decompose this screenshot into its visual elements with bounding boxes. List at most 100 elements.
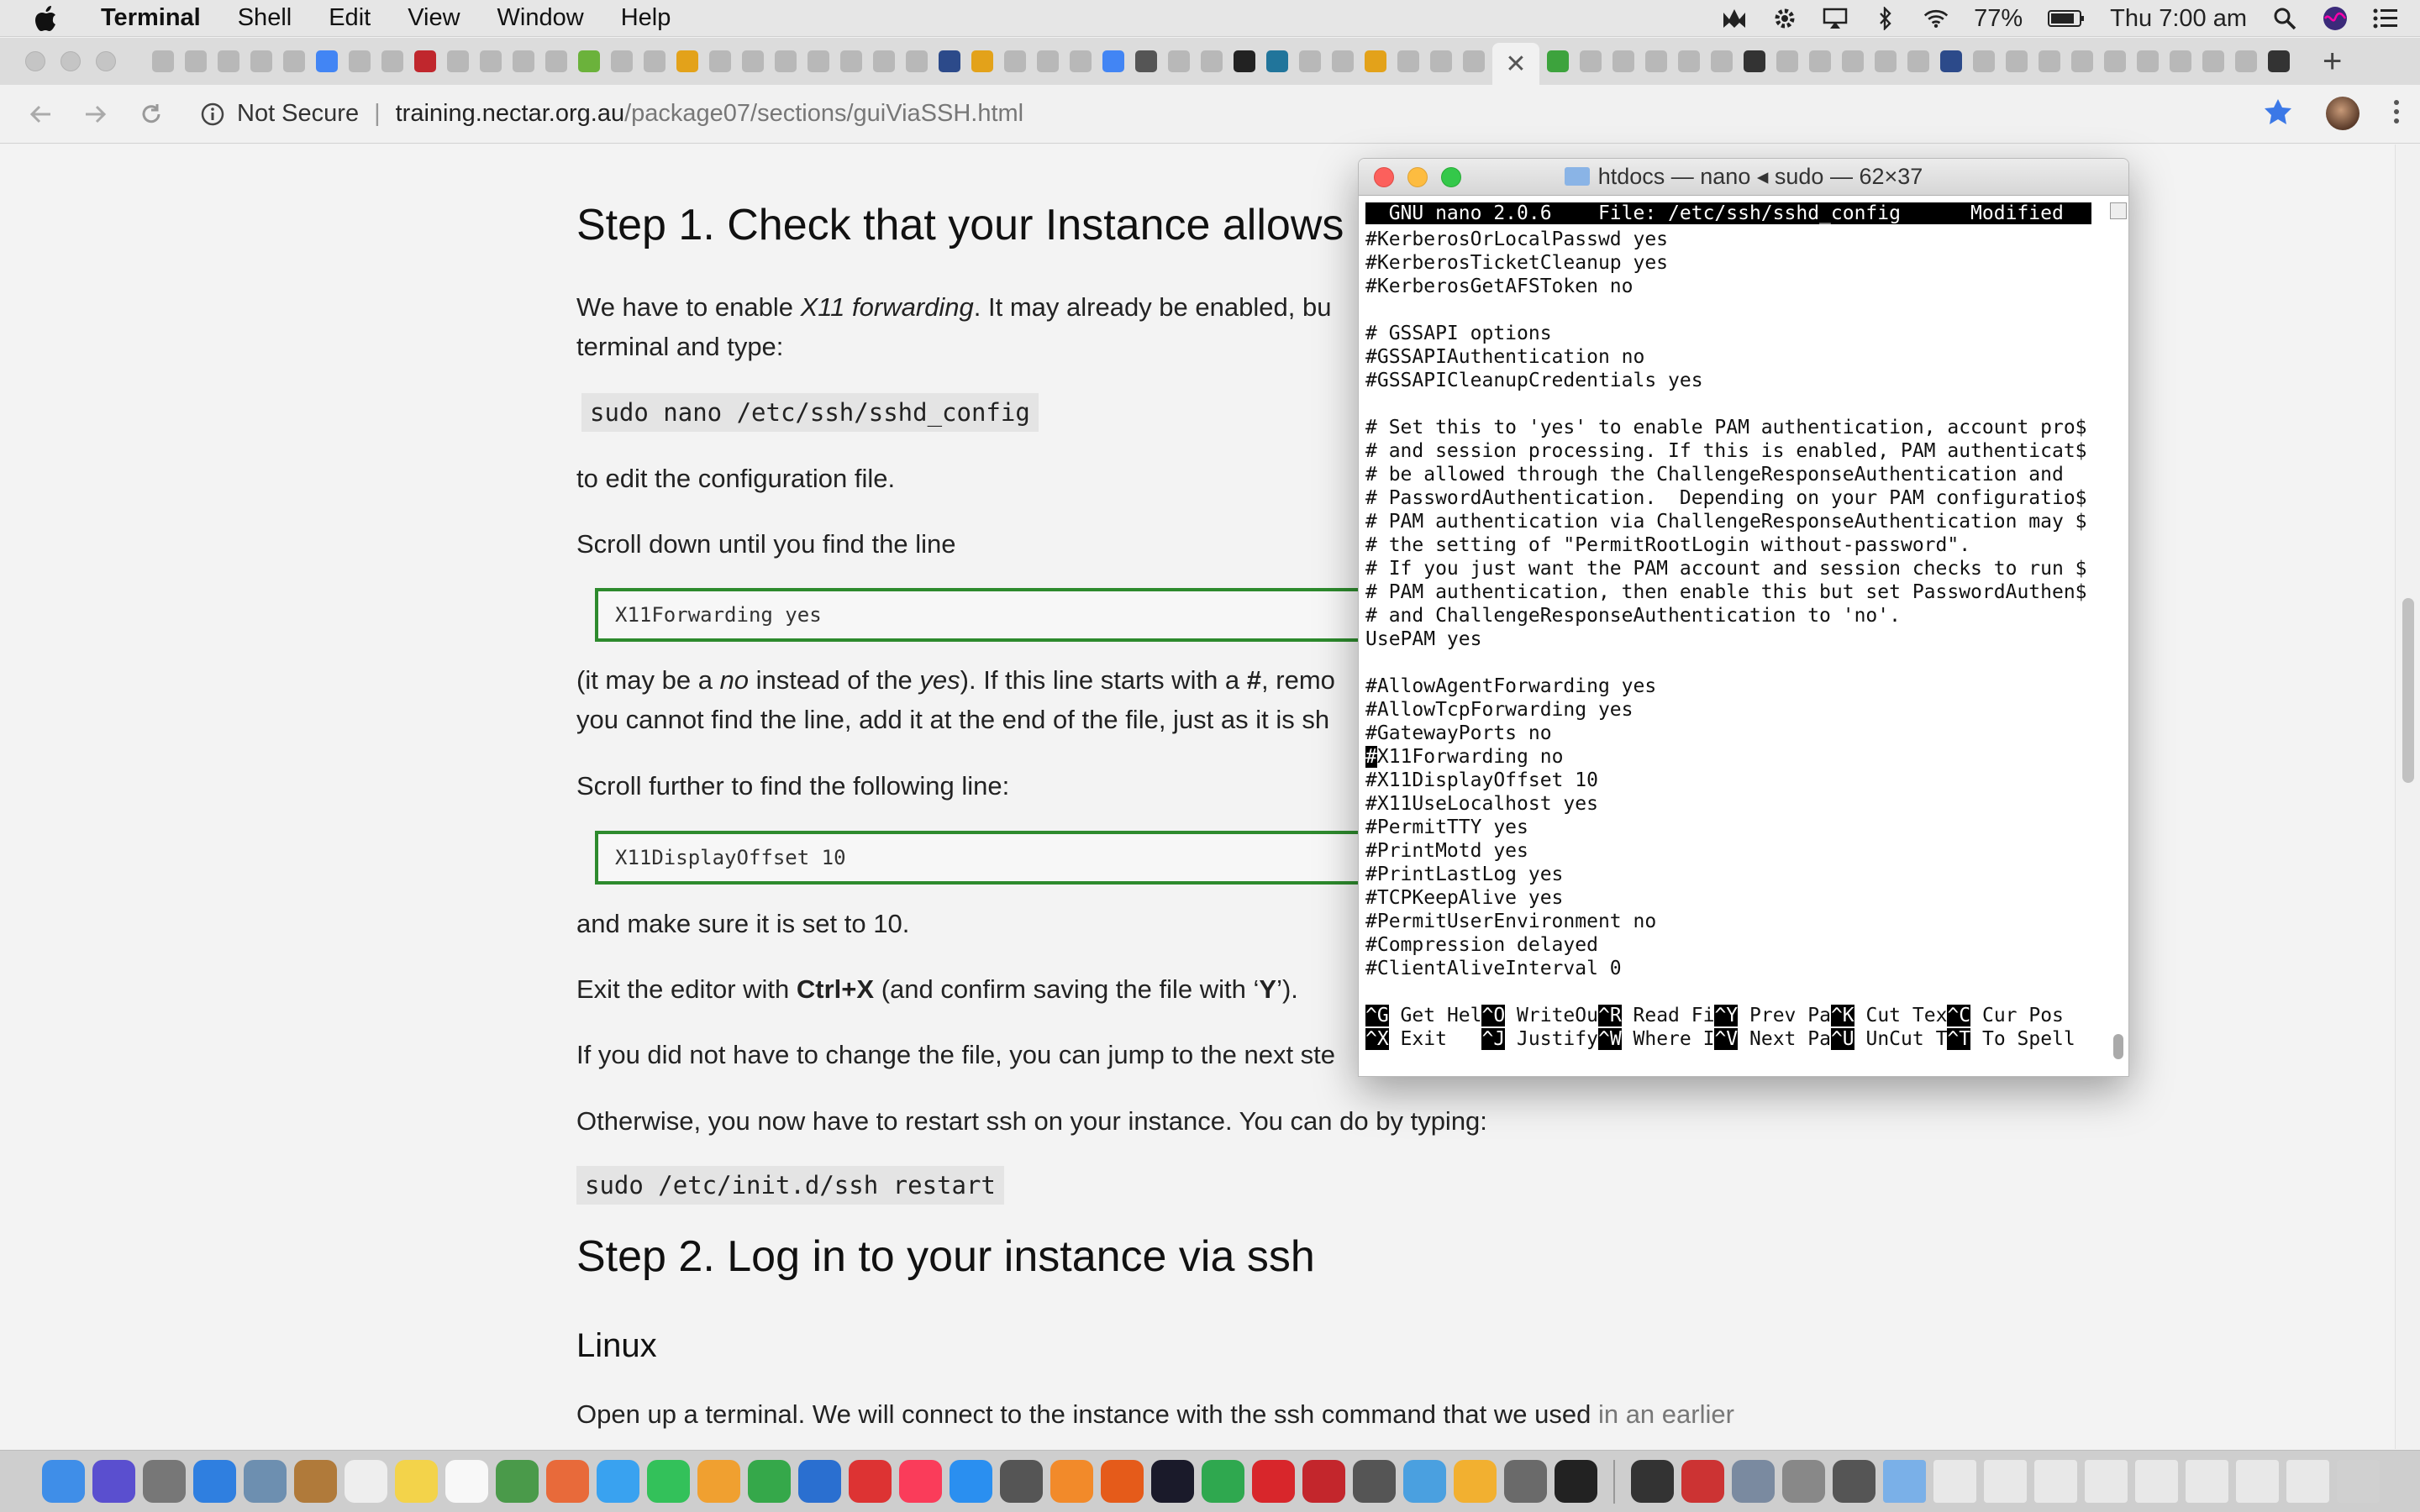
battery-icon[interactable] bbox=[2048, 6, 2085, 31]
browser-tab[interactable] bbox=[871, 48, 897, 75]
browser-tab[interactable] bbox=[2036, 48, 2063, 75]
earlier-link[interactable]: in an earlier bbox=[1598, 1399, 1734, 1429]
browser-tab[interactable] bbox=[2102, 48, 2128, 75]
terminal-window[interactable]: htdocs — nano ◂ sudo — 62×37 GNU nano 2.… bbox=[1358, 158, 2129, 1077]
dock-folder-icon[interactable] bbox=[2286, 1460, 2329, 1503]
dock-app-icon[interactable] bbox=[143, 1460, 186, 1503]
browser-tab[interactable] bbox=[641, 48, 668, 75]
terminal-scrollbar-thumb[interactable] bbox=[2113, 1034, 2123, 1059]
dock-folder-icon[interactable] bbox=[2085, 1460, 2128, 1503]
dock-folder-icon[interactable] bbox=[2186, 1460, 2228, 1503]
page-scrollbar[interactable] bbox=[2395, 144, 2420, 1449]
browser-tab[interactable] bbox=[2200, 48, 2227, 75]
notification-center-icon[interactable] bbox=[2373, 6, 2398, 31]
browser-tab[interactable] bbox=[674, 48, 701, 75]
browser-tab[interactable] bbox=[1839, 48, 1866, 75]
dock-app-icon[interactable] bbox=[546, 1460, 589, 1503]
browser-tab[interactable] bbox=[412, 48, 439, 75]
dock-app-icon[interactable] bbox=[1202, 1460, 1244, 1503]
browser-tab[interactable] bbox=[182, 48, 209, 75]
browser-tab[interactable] bbox=[477, 48, 504, 75]
browser-tab[interactable] bbox=[2265, 48, 2292, 75]
dock-app-icon[interactable] bbox=[1833, 1460, 1876, 1503]
terminal-title-bar[interactable]: htdocs — nano ◂ sudo — 62×37 bbox=[1359, 159, 2128, 196]
browser-tab[interactable] bbox=[1362, 48, 1389, 75]
browser-tab[interactable] bbox=[969, 48, 996, 75]
menu-app-terminal[interactable]: Terminal bbox=[82, 4, 219, 32]
terminal-content[interactable]: GNU nano 2.0.6 File: /etc/ssh/sshd_confi… bbox=[1359, 196, 2128, 1076]
browser-tab[interactable] bbox=[1133, 48, 1160, 75]
malwarebytes-icon[interactable] bbox=[1722, 6, 1747, 31]
browser-zoom-button[interactable] bbox=[96, 51, 116, 71]
browser-tab[interactable] bbox=[1774, 48, 1801, 75]
dock-folder-icon[interactable] bbox=[2236, 1460, 2279, 1503]
dock-folder-icon[interactable] bbox=[1883, 1460, 1926, 1503]
dock-app-icon[interactable] bbox=[445, 1460, 488, 1503]
browser-tab[interactable] bbox=[936, 48, 963, 75]
browser-tab[interactable] bbox=[1198, 48, 1225, 75]
bluetooth-icon[interactable] bbox=[1873, 6, 1898, 31]
browser-tab[interactable] bbox=[1297, 48, 1323, 75]
dock-app-icon[interactable] bbox=[1252, 1460, 1295, 1503]
spotlight-search-icon[interactable] bbox=[2272, 6, 2297, 31]
browser-tab[interactable] bbox=[281, 48, 308, 75]
browser-tab[interactable] bbox=[2167, 48, 2194, 75]
browser-tab[interactable] bbox=[1708, 48, 1735, 75]
browser-tab[interactable] bbox=[1264, 48, 1291, 75]
browser-tab[interactable] bbox=[1544, 48, 1571, 75]
browser-tab[interactable] bbox=[1329, 48, 1356, 75]
dock-app-icon[interactable] bbox=[294, 1460, 337, 1503]
dock-app-icon[interactable] bbox=[1631, 1460, 1674, 1503]
address-bar[interactable]: Not Secure | training.nectar.org.au /pac… bbox=[200, 100, 1023, 128]
dock-app-icon[interactable] bbox=[1050, 1460, 1093, 1503]
menu-window[interactable]: Window bbox=[479, 4, 602, 32]
url-path[interactable]: /package07/sections/guiViaSSH.html bbox=[624, 100, 1023, 128]
gear-icon[interactable] bbox=[1772, 6, 1797, 31]
terminal-scrollbar[interactable] bbox=[2110, 202, 2127, 1068]
dock-app-icon[interactable] bbox=[92, 1460, 135, 1503]
dock-app-icon[interactable] bbox=[496, 1460, 539, 1503]
browser-tab[interactable] bbox=[2134, 48, 2161, 75]
browser-tab[interactable] bbox=[1610, 48, 1637, 75]
dock-folder-icon[interactable] bbox=[2034, 1460, 2077, 1503]
dock-app-icon[interactable] bbox=[1732, 1460, 1775, 1503]
back-icon[interactable] bbox=[25, 99, 55, 129]
browser-tab[interactable] bbox=[1100, 48, 1127, 75]
apple-menu-icon[interactable] bbox=[34, 4, 59, 33]
dock-app-icon[interactable] bbox=[597, 1460, 639, 1503]
page-scrollbar-thumb[interactable] bbox=[2402, 598, 2414, 783]
browser-tab[interactable] bbox=[379, 48, 406, 75]
dock-app-icon[interactable] bbox=[1000, 1460, 1043, 1503]
browser-tab[interactable] bbox=[1034, 48, 1061, 75]
browser-tab[interactable] bbox=[1676, 48, 1702, 75]
forward-icon[interactable] bbox=[81, 99, 111, 129]
dock-folder-icon[interactable] bbox=[1984, 1460, 2027, 1503]
dock-folder-icon[interactable] bbox=[2135, 1460, 2178, 1503]
info-icon[interactable] bbox=[200, 102, 225, 127]
browser-tab[interactable] bbox=[739, 48, 766, 75]
dock-app-icon[interactable] bbox=[1504, 1460, 1547, 1503]
profile-avatar[interactable] bbox=[2326, 97, 2360, 130]
dock-app-icon[interactable] bbox=[647, 1460, 690, 1503]
wifi-icon[interactable] bbox=[1923, 6, 1949, 31]
siri-icon[interactable] bbox=[2323, 6, 2348, 31]
new-tab-button[interactable]: + bbox=[2323, 43, 2342, 81]
dock-app-icon[interactable] bbox=[849, 1460, 892, 1503]
dock-app-icon[interactable] bbox=[1101, 1460, 1144, 1503]
browser-tab[interactable] bbox=[1395, 48, 1422, 75]
browser-close-button[interactable] bbox=[25, 51, 45, 71]
browser-tab[interactable] bbox=[576, 48, 602, 75]
dock-app-icon[interactable] bbox=[748, 1460, 791, 1503]
menu-help[interactable]: Help bbox=[602, 4, 690, 32]
browser-tab[interactable] bbox=[1231, 48, 1258, 75]
browser-tab[interactable] bbox=[445, 48, 471, 75]
menu-edit[interactable]: Edit bbox=[310, 4, 389, 32]
browser-menu-icon[interactable] bbox=[2393, 99, 2400, 129]
browser-tab[interactable] bbox=[1428, 48, 1455, 75]
browser-tab[interactable] bbox=[150, 48, 176, 75]
dock-app-icon[interactable] bbox=[1555, 1460, 1597, 1503]
dock-app-icon[interactable] bbox=[798, 1460, 841, 1503]
browser-tab[interactable] bbox=[2233, 48, 2260, 75]
dock-folder-icon[interactable] bbox=[2337, 1460, 2380, 1503]
browser-tab[interactable] bbox=[215, 48, 242, 75]
